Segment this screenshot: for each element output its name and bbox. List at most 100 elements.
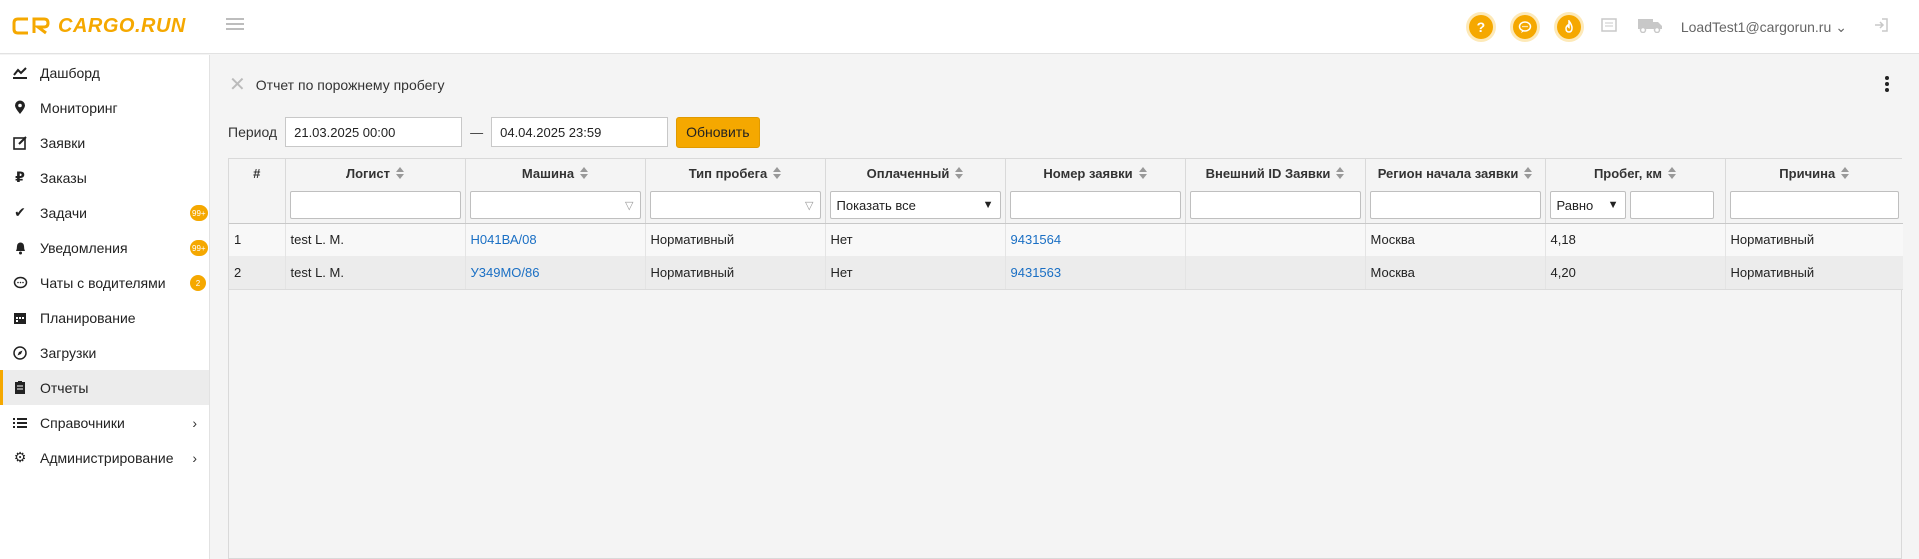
document-icon[interactable] [1601, 17, 1617, 37]
mileage-value-input[interactable] [1629, 191, 1714, 219]
table-row[interactable]: 2 test L. M. У349МО/86 Нормативный Нет 9… [229, 256, 1903, 290]
table-row[interactable]: 1 test L. M. Н041ВА/08 Нормативный Нет 9… [229, 223, 1903, 256]
mileage-operator-select[interactable]: Равно ▼ [1549, 191, 1626, 219]
sort-icon[interactable] [1138, 167, 1147, 179]
top-header: CARGO.RUN ? LoadTest1@cargorun.ru ⌄ [0, 0, 1919, 54]
sidebar-item-dashboard[interactable]: Дашборд [0, 55, 209, 90]
cell-external-id [1185, 223, 1366, 256]
column-header-vehicle[interactable]: Машина ▽ [465, 159, 646, 224]
logist-filter-input[interactable] [289, 191, 461, 219]
calendar-icon [12, 310, 28, 326]
main-content: ✕ Отчет по порожнему пробегу Период — Об… [211, 55, 1919, 559]
cell-region: Москва [1365, 256, 1546, 290]
cell-paid: Нет [825, 256, 1006, 290]
sidebar-item-loads[interactable]: Загрузки [0, 335, 209, 370]
column-header-order-number[interactable]: Номер заявки [1005, 159, 1186, 224]
chevron-right-icon: › [192, 449, 197, 466]
cell-region: Москва [1365, 223, 1546, 256]
edit-icon [12, 135, 28, 151]
sort-icon[interactable] [1668, 167, 1677, 179]
sidebar-item-label: Уведомления [40, 239, 128, 256]
cell-number: 1 [229, 223, 286, 256]
sidebar-item-label: Справочники [40, 414, 125, 431]
check-icon: ✔ [14, 204, 26, 220]
sidebar-item-administration[interactable]: ⚙ Администрирование › [0, 440, 209, 475]
logout-icon[interactable] [1873, 17, 1889, 38]
reason-filter-input[interactable] [1729, 191, 1899, 219]
date-from-input[interactable] [285, 117, 463, 147]
help-icon[interactable]: ? [1468, 15, 1493, 39]
chevron-down-icon: ▼ [1607, 199, 1619, 211]
ruble-icon: ₽ [15, 169, 25, 185]
sort-icon[interactable] [773, 167, 782, 179]
cell-mileage-type: Нормативный [645, 223, 826, 256]
period-filter: Период — Обновить [228, 116, 760, 148]
order-number-link[interactable]: 9431563 [1005, 256, 1186, 290]
sidebar-item-driver-chats[interactable]: Чаты с водителями 2 [0, 265, 209, 300]
tasks-badge: 99+ [190, 205, 208, 221]
page-title: Отчет по порожнему пробегу [255, 77, 445, 93]
start-region-filter-input[interactable] [1369, 191, 1541, 219]
more-options-icon[interactable] [1885, 76, 1889, 94]
column-header-mileage[interactable]: Пробег, км Равно ▼ [1545, 159, 1726, 224]
chevron-down-icon: ▽ [625, 199, 634, 212]
column-header-number[interactable]: # [229, 159, 286, 224]
paid-filter-select[interactable]: Показать все ▼ [829, 191, 1001, 219]
cell-paid: Нет [825, 223, 1006, 256]
date-to-input[interactable] [491, 117, 669, 147]
mileage-type-filter-select[interactable]: ▽ [649, 191, 821, 219]
fire-icon[interactable] [1556, 15, 1581, 39]
close-icon[interactable]: ✕ [229, 75, 246, 95]
map-pin-icon [12, 100, 28, 116]
notifications-badge: 99+ [190, 240, 208, 256]
cell-mileage: 4,18 [1545, 223, 1726, 256]
column-header-mileage-type[interactable]: Тип пробега ▽ [645, 159, 826, 224]
sidebar-item-directories[interactable]: Справочники › [0, 405, 209, 440]
sidebar-item-label: Заказы [40, 169, 87, 186]
vehicle-link[interactable]: У349МО/86 [465, 256, 646, 290]
user-menu[interactable]: LoadTest1@cargorun.ru ⌄ [1681, 19, 1847, 36]
sidebar-item-requests[interactable]: Заявки [0, 125, 209, 160]
sort-icon[interactable] [1524, 167, 1533, 179]
column-header-reason[interactable]: Причина [1725, 159, 1903, 224]
external-id-filter-input[interactable] [1189, 191, 1361, 219]
messages-icon[interactable] [1512, 15, 1537, 39]
period-label: Период [228, 124, 278, 140]
cell-logist: test L. M. [285, 223, 466, 256]
sidebar-item-label: Дашборд [40, 64, 100, 81]
cell-mileage-type: Нормативный [645, 256, 826, 290]
column-header-paid[interactable]: Оплаченный Показать все ▼ [825, 159, 1006, 224]
vehicle-filter-select[interactable]: ▽ [469, 191, 641, 219]
sidebar-item-notifications[interactable]: Уведомления 99+ [0, 230, 209, 265]
refresh-button[interactable]: Обновить [676, 116, 760, 148]
cell-reason: Нормативный [1725, 223, 1903, 256]
vehicle-link[interactable]: Н041ВА/08 [465, 223, 646, 256]
order-number-filter-input[interactable] [1009, 191, 1181, 219]
sort-icon[interactable] [1336, 167, 1345, 179]
sort-icon[interactable] [580, 167, 589, 179]
sort-icon[interactable] [1841, 167, 1850, 179]
column-header-start-region[interactable]: Регион начала заявки [1365, 159, 1546, 224]
sidebar-item-tasks[interactable]: ✔ Задачи 99+ [0, 195, 209, 230]
cell-logist: test L. M. [285, 256, 466, 290]
menu-toggle-icon[interactable] [226, 15, 244, 33]
sidebar-item-label: Планирование [40, 309, 136, 326]
sidebar-item-reports[interactable]: Отчеты [0, 370, 209, 405]
logo-text: CARGO.RUN [58, 14, 186, 37]
truck-icon[interactable] [1637, 17, 1663, 38]
cell-mileage: 4,20 [1545, 256, 1726, 290]
sort-icon[interactable] [955, 167, 964, 179]
column-header-logist[interactable]: Логист [285, 159, 466, 224]
sort-icon[interactable] [396, 167, 405, 179]
report-table: # Логист Машина ▽ Тип пробега ▽ Оплаченн… [228, 158, 1903, 559]
chevron-down-icon: ▽ [805, 199, 814, 212]
bell-icon [12, 240, 28, 256]
cell-number: 2 [229, 256, 286, 290]
sidebar-item-label: Чаты с водителями [40, 274, 166, 291]
sidebar-item-orders[interactable]: ₽ Заказы [0, 160, 209, 195]
logo[interactable]: CARGO.RUN [12, 13, 186, 39]
sidebar-item-planning[interactable]: Планирование [0, 300, 209, 335]
column-header-external-id[interactable]: Внешний ID Заявки [1185, 159, 1366, 224]
sidebar-item-monitoring[interactable]: Мониторинг [0, 90, 209, 125]
order-number-link[interactable]: 9431564 [1005, 223, 1186, 256]
